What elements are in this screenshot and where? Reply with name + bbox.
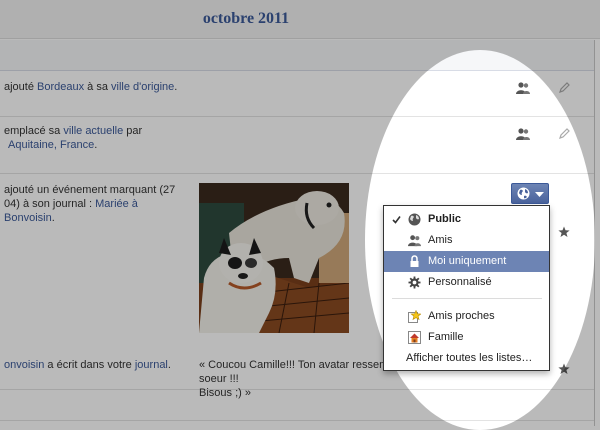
menu-item-friends[interactable]: Amis — [384, 230, 549, 251]
friends-icon — [408, 235, 421, 247]
menu-item-public[interactable]: Public — [384, 209, 549, 230]
privacy-selector-button[interactable] — [511, 183, 549, 204]
row-text: ajouté un événement marquant (27 04) à s… — [4, 183, 175, 225]
row-text-part: . — [94, 139, 98, 151]
link-married-to[interactable]: Mariée à — [95, 198, 138, 210]
menu-item-only-me[interactable]: Moi uniquement — [384, 251, 549, 272]
activity-row-current-city: emplacé sa ville actuelle par Aquitaine,… — [0, 117, 594, 174]
checkmark-icon — [392, 216, 401, 224]
globe-icon — [408, 213, 421, 226]
menu-item-label: Public — [428, 213, 462, 225]
link-bonvoisin[interactable]: Bonvoisin — [4, 212, 52, 224]
menu-item-label: Afficher toutes les listes… — [406, 352, 533, 364]
highlight-star-icon[interactable] — [558, 226, 570, 238]
friends-audience-icon[interactable] — [516, 82, 530, 94]
row-text: emplacé sa ville actuelle par Aquitaine,… — [4, 124, 142, 152]
quote-line: Bisous ;) » — [199, 387, 251, 399]
privacy-dropdown-menu: Public Amis Moi uniquement Personnalisé … — [383, 205, 550, 371]
divider — [0, 420, 594, 421]
menu-item-label: Amis — [428, 234, 453, 246]
timeline-page: octobre 2011 ajouté Bordeaux à sa ville … — [0, 0, 600, 426]
menu-separator — [392, 298, 542, 299]
row-text-part: . — [174, 81, 178, 93]
row-text: onvoisin a écrit dans votre journal. — [4, 358, 171, 372]
event-photo[interactable] — [199, 183, 349, 333]
row-text-part: a écrit dans votre — [44, 359, 135, 371]
row-text-part: par — [123, 125, 143, 137]
menu-item-family[interactable]: Famille — [384, 327, 549, 348]
row-text-part: . — [167, 359, 171, 371]
row-text-part: à sa — [84, 81, 112, 93]
wall-post-quote: « Coucou Camille!!! Ton avatar ressem so… — [199, 358, 388, 400]
link-journal[interactable]: journal — [135, 359, 168, 371]
menu-item-close-friends[interactable]: Amis proches — [384, 306, 549, 327]
row-text: ajouté Bordeaux à sa ville d'origine. — [4, 80, 177, 94]
menu-item-label: Amis proches — [428, 310, 495, 322]
row-text-part: 04) à son journal : — [4, 198, 96, 210]
highlight-star-icon[interactable] — [558, 363, 570, 375]
menu-item-label: Moi uniquement — [428, 255, 507, 267]
house-icon — [408, 331, 421, 344]
quote-line: soeur !!! — [199, 373, 239, 385]
star-list-icon — [408, 310, 421, 323]
quote-line: « Coucou Camille!!! Ton avatar ressem — [199, 359, 389, 371]
dogs-photo-image — [199, 183, 349, 333]
link-current-city[interactable]: ville actuelle — [63, 125, 123, 137]
row-text-part: ajouté — [4, 81, 38, 93]
activity-row-hometown: ajouté Bordeaux à sa ville d'origine. — [0, 70, 594, 117]
row-text-part: ajouté un événement marquant (27 — [4, 184, 176, 196]
menu-item-label: Famille — [428, 331, 464, 343]
lock-icon — [410, 255, 419, 267]
row-text-part: emplacé sa — [4, 125, 64, 137]
link-hometown[interactable]: ville d'origine — [111, 81, 174, 93]
link-aquitaine-france[interactable]: Aquitaine, France — [4, 139, 94, 151]
link-bonvoisin-author[interactable]: onvoisin — [4, 359, 44, 371]
menu-item-show-all-lists[interactable]: Afficher toutes les listes… — [384, 348, 549, 369]
menu-item-label: Personnalisé — [428, 276, 492, 288]
row-text-part: . — [51, 212, 55, 224]
month-title: octobre 2011 — [202, 10, 290, 27]
menu-item-custom[interactable]: Personnalisé — [384, 272, 549, 293]
link-bordeaux[interactable]: Bordeaux — [37, 81, 84, 93]
month-header: octobre 2011 — [0, 0, 600, 39]
globe-icon — [517, 187, 530, 200]
chevron-down-icon — [535, 192, 544, 197]
edit-pencil-icon[interactable] — [558, 82, 570, 94]
friends-audience-icon[interactable] — [516, 128, 530, 140]
panel-header-bar — [0, 40, 594, 71]
edit-pencil-icon[interactable] — [558, 128, 570, 140]
gear-icon — [408, 276, 421, 289]
